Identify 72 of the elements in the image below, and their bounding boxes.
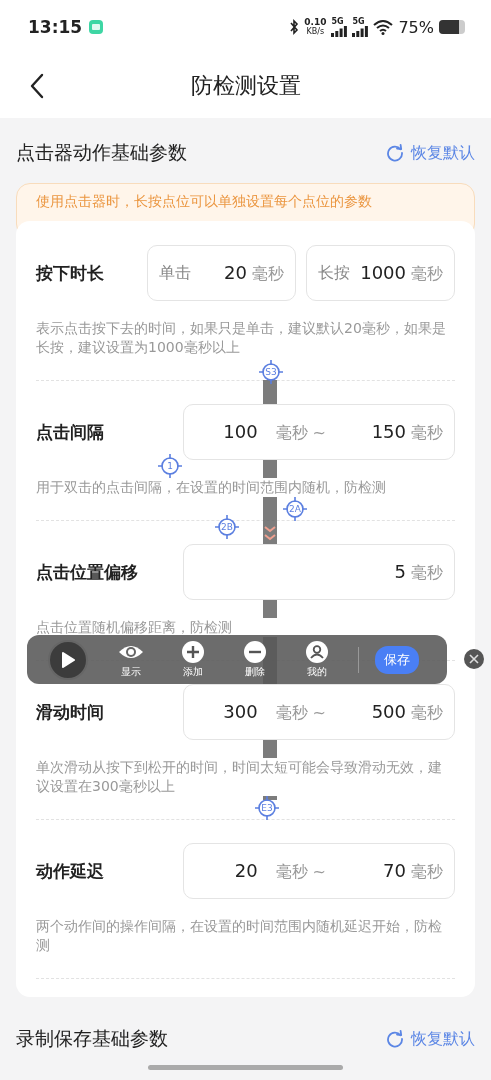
double-chevron-icon [263, 525, 277, 542]
unit-label: 毫秒 [411, 861, 443, 883]
network-type: 5G [331, 17, 344, 26]
range-separator: ~ [312, 702, 326, 722]
wifi-icon [373, 19, 394, 35]
chat-app-icon [88, 19, 105, 35]
refresh-icon [386, 1030, 404, 1048]
battery-icon [439, 20, 465, 34]
back-icon [30, 73, 44, 99]
input-field[interactable]: 长按 1000 毫秒 [306, 245, 455, 301]
network-speed-unit: KB/s [306, 27, 325, 36]
signal-icon [331, 25, 348, 37]
field-prefix: 单击 [159, 262, 191, 284]
play-button[interactable] [48, 639, 88, 680]
minus-icon [242, 640, 268, 663]
close-button[interactable] [464, 649, 484, 669]
field-prefix: 长按 [318, 262, 350, 284]
field-value: 1000 [360, 261, 406, 283]
setting-label: 动作延迟 [36, 859, 104, 883]
target-marker[interactable]: 1 [158, 454, 182, 478]
restore-default-button[interactable]: 恢复默认 [386, 1028, 475, 1050]
unit-label: 毫秒 [275, 702, 308, 724]
clock-time: 13:15 [28, 17, 83, 37]
target-marker[interactable]: 2A [283, 497, 307, 521]
input-field[interactable]: 单击 20 毫秒 [147, 245, 296, 301]
unit-label: 毫秒 [411, 562, 443, 584]
plus-icon [180, 640, 206, 663]
field-value: 5 [394, 560, 406, 582]
target-marker[interactable]: S3 [259, 360, 283, 384]
play-icon [61, 650, 75, 669]
field-value: 100 [223, 420, 258, 442]
field-value: 70 [383, 859, 406, 881]
unit-label: 毫秒 [411, 263, 443, 285]
range-input-field[interactable]: 20 毫秒 ~ 70 毫秒 [183, 843, 455, 899]
target-marker[interactable]: E3 [255, 796, 279, 820]
setting-label: 点击间隔 [36, 420, 104, 444]
section-title: 点击器动作基础参数 [16, 140, 187, 165]
unit-label: 毫秒 [411, 422, 443, 444]
toolbar-button[interactable]: 删除 [224, 640, 286, 679]
setting-label: 按下时长 [36, 261, 104, 285]
field-value: 150 [371, 420, 406, 442]
field-value: 20 [234, 859, 258, 881]
range-separator: ~ [312, 861, 326, 881]
battery-percent: 75% [398, 17, 434, 37]
range-input-field[interactable]: 300 毫秒 ~ 500 毫秒 [183, 684, 455, 740]
save-button[interactable]: 保存 [375, 645, 419, 674]
restore-default-button[interactable]: 恢复默认 [386, 142, 475, 164]
unit-label: 毫秒 [252, 263, 284, 285]
toolbar-button[interactable]: 我的 [286, 640, 348, 679]
input-field[interactable]: 5 毫秒 [183, 544, 455, 600]
page-title: 防检测设置 [189, 72, 302, 100]
field-value: 500 [371, 700, 406, 722]
signal-icon [352, 25, 369, 37]
unit-label: 毫秒 [275, 861, 308, 883]
setting-label: 滑动时间 [36, 700, 104, 724]
range-input-field[interactable]: 100 毫秒 ~ 150 毫秒 [183, 404, 455, 460]
network-speed: 0.10 [304, 18, 327, 27]
close-icon [469, 654, 479, 664]
range-separator: ~ [312, 422, 326, 442]
field-value: 20 [224, 261, 247, 283]
unit-label: 毫秒 [411, 702, 443, 724]
bluetooth-icon [289, 19, 300, 35]
person-icon [304, 640, 330, 663]
section-title: 录制保存基础参数 [16, 1026, 168, 1051]
network-type: 5G [352, 17, 365, 26]
toolbar-button[interactable]: 显示 [100, 640, 162, 679]
unit-label: 毫秒 [275, 422, 308, 444]
setting-label: 点击位置偏移 [36, 560, 138, 584]
refresh-icon [386, 144, 404, 162]
toolbar-button[interactable]: 添加 [162, 640, 224, 679]
target-marker[interactable]: 2B [215, 515, 239, 539]
field-value: 300 [223, 700, 258, 722]
